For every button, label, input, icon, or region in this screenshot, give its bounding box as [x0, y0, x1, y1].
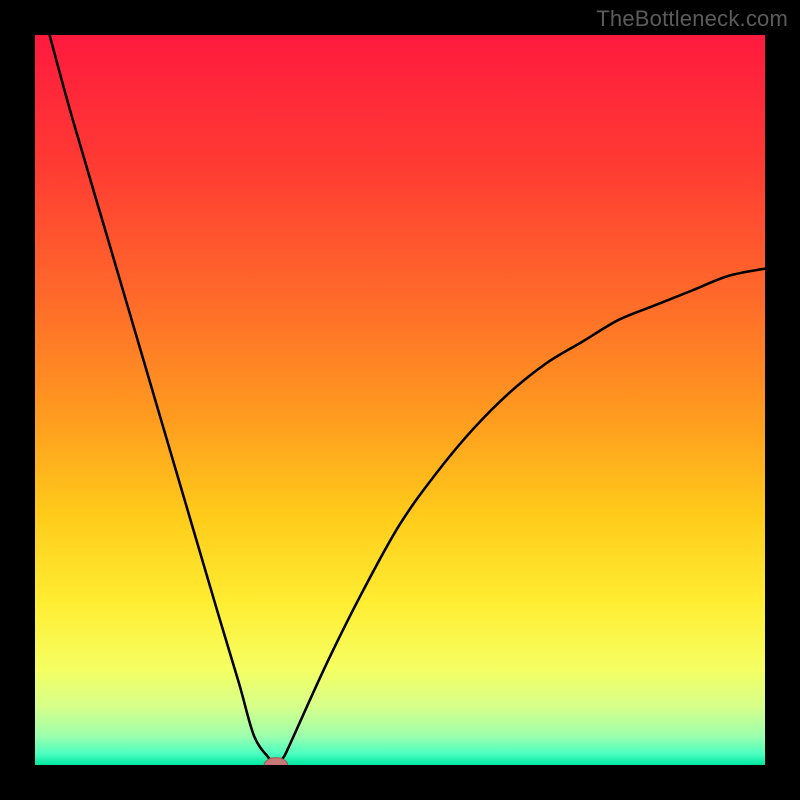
gradient-background [35, 35, 765, 765]
plot-area [35, 35, 765, 765]
bottleneck-chart [35, 35, 765, 765]
watermark-text: TheBottleneck.com [596, 6, 788, 32]
outer-frame: TheBottleneck.com [0, 0, 800, 800]
